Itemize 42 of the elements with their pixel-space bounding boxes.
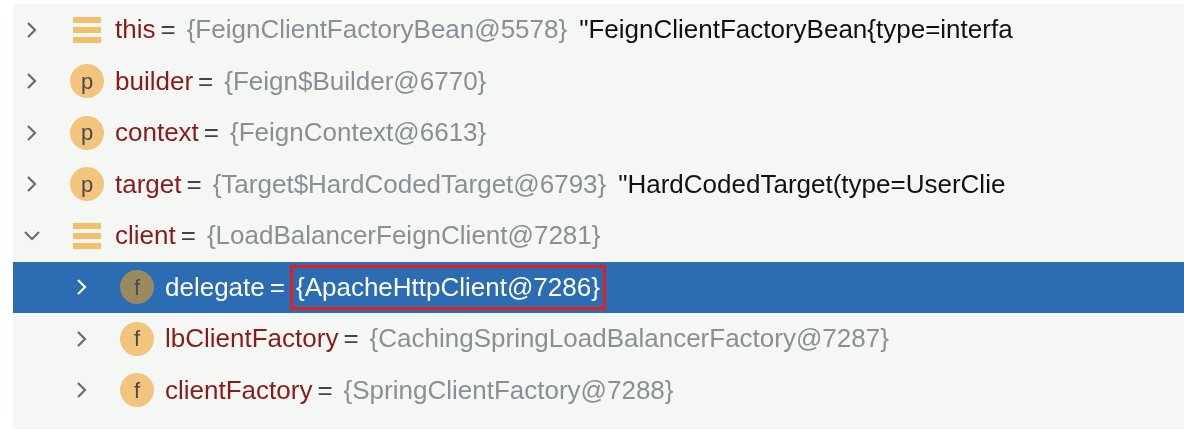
letter-badge-icon: f <box>120 321 154 356</box>
stack-icon <box>73 16 101 43</box>
equals-sign: = <box>180 219 196 253</box>
variable-value: {FeignClientFactoryBean@5578} <box>185 13 569 47</box>
tree-row[interactable]: f delegate = {ApacheHttpClient@7286} <box>13 261 1184 313</box>
variable-value: {Target$HardCodedTarget@6793} <box>211 167 608 201</box>
equals-sign: = <box>203 116 219 150</box>
variable-value: {Feign$Builder@6770} <box>223 64 488 98</box>
tree-row[interactable]: f clientFactory = {SpringClientFactory@7288} <box>13 364 1184 416</box>
string-preview: "HardCodedTarget(type=UserClie <box>618 167 1006 201</box>
variable-name: lbClientFactory <box>165 322 339 356</box>
variable-value: {SpringClientFactory@7288} <box>342 373 675 407</box>
letter-badge-icon: f <box>120 373 154 408</box>
equals-sign: = <box>160 13 176 47</box>
variable-value: {LoadBalancerFeignClient@7281} <box>205 219 602 253</box>
letter-badge-icon: p <box>70 115 104 150</box>
variable-name: target <box>115 167 182 201</box>
tree-row[interactable]: p context = {FeignContext@6613} <box>13 107 1184 159</box>
tree-row[interactable]: this = {FeignClientFactoryBean@5578} "FeignClientFactoryBean{type=interfa <box>13 4 1184 56</box>
variable-name: client <box>115 219 176 253</box>
letter-badge-icon: p <box>70 64 104 99</box>
equals-sign: = <box>343 322 359 356</box>
tree-row[interactable]: f lbClientFactory = {CachingSpringLoadBalancerFactory@7287} <box>13 313 1184 365</box>
tree-row[interactable]: p builder = {Feign$Builder@6770} <box>13 55 1184 107</box>
equals-sign: = <box>186 167 202 201</box>
letter-badge-icon: p <box>70 167 104 202</box>
variable-name: delegate <box>165 270 265 304</box>
equals-sign: = <box>198 64 214 98</box>
tree-row[interactable]: client = {LoadBalancerFeignClient@7281} <box>13 210 1184 262</box>
variable-value: {FeignContext@6613} <box>229 116 488 150</box>
equals-sign: = <box>317 373 333 407</box>
equals-sign: = <box>269 270 285 304</box>
variable-value: {ApacheHttpClient@7286} <box>289 264 606 310</box>
variable-name: this <box>115 13 156 47</box>
variable-name: context <box>115 116 199 150</box>
stack-icon <box>73 222 101 249</box>
variable-name: clientFactory <box>165 373 313 407</box>
string-preview: "FeignClientFactoryBean{type=interfa <box>579 13 1013 47</box>
variable-value: {CachingSpringLoadBalancerFactory@7287} <box>368 322 890 356</box>
tree-row[interactable]: p target = {Target$HardCodedTarget@6793} "HardCodedTarget(type=UserClie <box>13 158 1184 210</box>
variable-name: builder <box>115 64 194 98</box>
letter-badge-icon: f <box>120 270 154 305</box>
